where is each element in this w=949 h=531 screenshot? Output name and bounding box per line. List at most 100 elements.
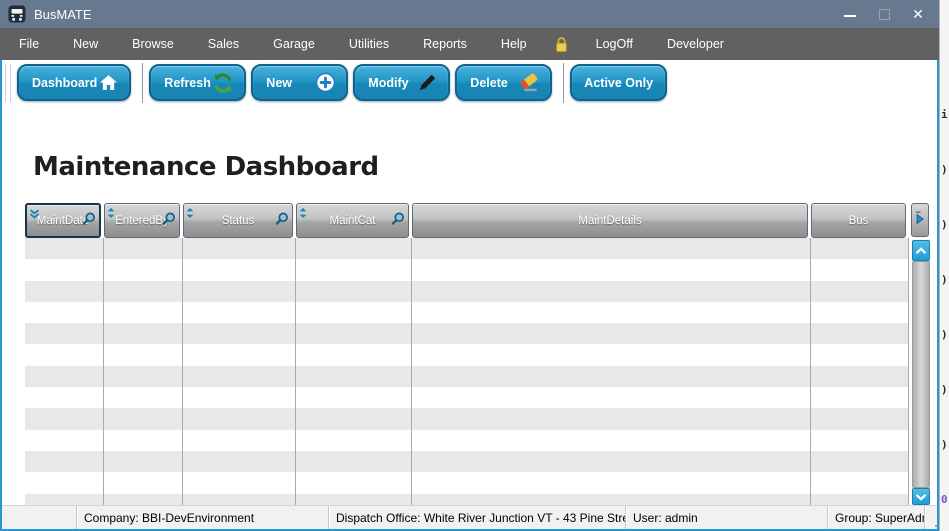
table-row[interactable] [25,451,909,472]
plus-icon [314,72,336,94]
window-title: BusMATE [34,7,92,22]
toolbar-separator [142,63,143,103]
scroll-up-button[interactable] [912,240,930,261]
button-label: New [266,76,292,90]
column-divider [295,238,296,505]
sort-both-icon[interactable] [186,205,194,223]
table-row[interactable] [25,302,909,323]
bus-app-icon [8,5,26,23]
active-only-button[interactable]: Active Only [570,64,667,101]
column-header-maintcat[interactable]: MaintCat [296,203,409,238]
button-label: Refresh [164,76,211,90]
refresh-button[interactable]: Refresh [149,64,246,101]
play-icon [915,211,925,229]
column-divider [908,238,909,505]
minimize-button[interactable] [833,0,867,28]
menu-item-utilities[interactable]: Utilities [332,28,406,60]
column-header-label: Status [222,215,255,227]
eraser-icon [518,72,540,94]
table-row[interactable] [25,238,909,259]
column-header-status[interactable]: Status [183,203,293,238]
toolbar-grip[interactable] [5,64,11,102]
button-label: Active Only [584,76,653,90]
filter-magnifier-icon[interactable] [275,211,289,230]
menu-bar: FileNewBrowseSalesGarageUtilitiesReports… [0,28,949,60]
table-row[interactable] [25,494,909,505]
status-spacer [0,506,77,530]
table-row[interactable] [25,387,909,408]
maintenance-grid: MaintDate EnteredBy Status MaintCat MaintDet… [25,203,930,505]
column-header-enteredby[interactable]: EnteredBy [104,203,180,238]
background-window-sliver: i))))))0 [939,0,949,531]
sort-down-icon[interactable] [29,206,40,224]
sliver-glyph: ) [941,328,948,341]
column-header-maintdetails[interactable]: MaintDetails [412,203,808,238]
button-label: Dashboard [32,76,97,90]
pencil-icon [416,72,438,94]
app-window: BusMATE ✕ FileNewBrowseSalesGarageUtilit… [0,0,949,531]
sliver-glyph: ) [941,383,948,396]
dashboard-button[interactable]: Dashboard [17,64,131,101]
filter-magnifier-icon[interactable] [162,211,176,230]
menu-item-reports[interactable]: Reports [406,28,484,60]
delete-button[interactable]: Delete [455,64,552,101]
column-divider [411,238,412,505]
grid-corner-expand-button[interactable] [911,203,929,237]
menu-item-new[interactable]: New [56,28,115,60]
status-bar: Company: BBI-DevEnvironmentDispatch Offi… [0,505,939,529]
column-header-label: MaintDetails [578,215,641,227]
button-label: Modify [368,76,408,90]
titlebar[interactable]: BusMATE ✕ [0,0,949,28]
column-header-bus[interactable]: Bus [811,203,906,238]
menu-item-garage[interactable]: Garage [256,28,332,60]
status-company: Company: BBI-DevEnvironment [77,506,329,530]
modify-button[interactable]: Modify [353,64,450,101]
sliver-glyph: i [941,108,948,121]
maximize-button[interactable] [867,0,901,28]
table-row[interactable] [25,281,909,302]
table-row[interactable] [25,472,909,493]
table-row[interactable] [25,408,909,429]
scroll-down-button[interactable] [912,488,930,505]
column-header-label: EnteredBy [115,215,169,227]
status-dispatch-office: Dispatch Office: White River Junction VT… [329,506,626,530]
column-divider [810,238,811,505]
table-row[interactable] [25,366,909,387]
grid-body [25,238,909,505]
menu-item-developer[interactable]: Developer [650,28,741,60]
menu-item-help[interactable]: Help [484,28,544,60]
column-header-label: MaintCat [329,215,375,227]
chevron-up-icon [915,242,927,260]
sort-both-icon[interactable] [107,205,115,223]
status-group: Group: SuperAdmin [828,506,925,530]
sliver-glyph: ) [941,273,948,286]
menu-item-file[interactable]: File [2,28,56,60]
toolbar-separator [563,63,564,103]
window-border-left [0,60,2,529]
column-header-maintdate[interactable]: MaintDate [25,203,101,238]
refresh-icon [212,72,234,94]
column-divider [182,238,183,505]
menu-item-logoff[interactable]: LogOff [579,28,650,60]
table-row[interactable] [25,259,909,280]
column-divider [103,238,104,505]
toolbar: Dashboard Refresh New Modify Delete Active On… [0,60,937,105]
sliver-glyph: ) [941,438,948,451]
new-button[interactable]: New [251,64,348,101]
table-row[interactable] [25,344,909,365]
column-header-label: Bus [849,215,869,227]
filter-magnifier-icon[interactable] [82,211,96,230]
filter-magnifier-icon[interactable] [391,211,405,230]
sort-both-icon[interactable] [299,205,307,223]
sliver-glyph: ) [941,163,948,176]
menu-item-sales[interactable]: Sales [191,28,256,60]
page-title: Maintenance Dashboard [33,152,379,182]
table-row[interactable] [25,430,909,451]
scrollbar-track[interactable] [912,261,930,488]
close-button[interactable]: ✕ [901,0,935,28]
table-row[interactable] [25,323,909,344]
sliver-glyph: ) [941,218,948,231]
grid-header-row: MaintDate EnteredBy Status MaintCat MaintDet… [25,203,909,238]
menu-item-browse[interactable]: Browse [115,28,191,60]
chevron-down-icon [915,488,927,506]
